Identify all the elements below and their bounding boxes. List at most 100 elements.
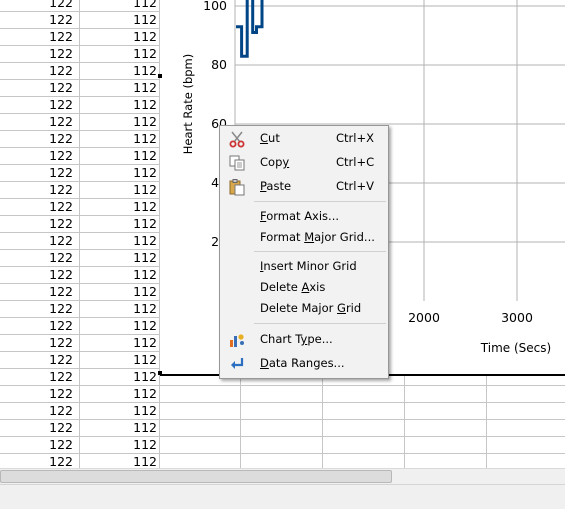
menu-item-delete-major-grid[interactable]: Delete Major Grid [220, 298, 388, 320]
cell-b[interactable]: 112 [80, 114, 160, 131]
menu-item-data-ranges[interactable]: Data Ranges... [220, 353, 388, 375]
copy-icon [228, 154, 246, 172]
cell-a[interactable]: 122 [0, 352, 80, 369]
cell-b[interactable]: 112 [80, 335, 160, 352]
cell-b[interactable]: 112 [80, 97, 160, 114]
cell-a[interactable]: 122 [0, 148, 80, 165]
cell-a[interactable]: 122 [0, 420, 80, 437]
cell-a[interactable]: 122 [0, 250, 80, 267]
cell-a[interactable]: 122 [0, 114, 80, 131]
menu-item-format-major-grid[interactable]: Format Major Grid... [220, 227, 388, 249]
cell-a[interactable]: 122 [0, 0, 80, 12]
menu-item-label: Format Major Grid... [260, 230, 375, 244]
cell-b[interactable]: 112 [80, 284, 160, 301]
menu-item-shortcut: Ctrl+X [336, 131, 374, 145]
cell-a[interactable]: 122 [0, 46, 80, 63]
selection-handle[interactable] [158, 371, 162, 375]
cell-a[interactable]: 122 [0, 80, 80, 97]
cell-a[interactable]: 122 [0, 165, 80, 182]
cell-b[interactable]: 112 [80, 318, 160, 335]
cell-a[interactable]: 122 [0, 301, 80, 318]
cell-b[interactable]: 112 [80, 12, 160, 29]
table-row: 122 112 [0, 454, 565, 468]
cell-b[interactable]: 112 [80, 131, 160, 148]
cell-a[interactable]: 122 [0, 12, 80, 29]
menu-item-label: Data Ranges... [260, 356, 345, 370]
table-row: 122 112 [0, 386, 565, 403]
cell-b[interactable]: 112 [80, 233, 160, 250]
cell-b[interactable]: 112 [80, 63, 160, 80]
selection-handle[interactable] [158, 74, 162, 78]
menu-item-label: Delete Major Grid [260, 301, 361, 315]
scrollbar-thumb[interactable] [0, 470, 392, 483]
grid-column-line [322, 376, 323, 468]
menu-separator [254, 323, 386, 324]
cell-b[interactable]: 112 [80, 420, 160, 437]
cell-b[interactable]: 112 [80, 29, 160, 46]
cell-b[interactable]: 112 [80, 369, 160, 386]
cell-a[interactable]: 122 [0, 267, 80, 284]
cell-b[interactable]: 112 [80, 454, 160, 468]
label-text: nsert Minor Grid [263, 259, 357, 273]
cell-b[interactable]: 112 [80, 165, 160, 182]
menu-item-shortcut: Ctrl+C [336, 155, 375, 169]
cell-a[interactable]: 122 [0, 437, 80, 454]
cell-a[interactable]: 122 [0, 335, 80, 352]
cell-b[interactable]: 112 [80, 250, 160, 267]
menu-item-delete-axis[interactable]: Delete Axis [220, 277, 388, 299]
menu-item-label: Insert Minor Grid [260, 259, 357, 273]
label-text: ut [268, 131, 280, 145]
cell-b[interactable]: 112 [80, 437, 160, 454]
cell-b[interactable]: 112 [80, 267, 160, 284]
cell-a[interactable]: 122 [0, 284, 80, 301]
cell-b[interactable]: 112 [80, 216, 160, 233]
cell-b[interactable]: 112 [80, 80, 160, 97]
cell-b[interactable]: 112 [80, 182, 160, 199]
cell-b[interactable]: 112 [80, 148, 160, 165]
cell-a[interactable]: 122 [0, 131, 80, 148]
label-mnemonic: D [260, 356, 269, 370]
cell-a[interactable]: 122 [0, 97, 80, 114]
grid-column-line [240, 376, 241, 468]
cell-a[interactable]: 122 [0, 386, 80, 403]
menu-item-chart-type[interactable]: Chart Type... [220, 329, 388, 351]
cell-a[interactable]: 122 [0, 29, 80, 46]
label-mnemonic: y [282, 155, 290, 169]
cell-a[interactable]: 122 [0, 369, 80, 386]
cell-a[interactable]: 122 [0, 233, 80, 250]
menu-item-copy[interactable]: Copy Ctrl+C [220, 152, 388, 174]
menu-item-shortcut: Ctrl+V [336, 179, 374, 193]
cell-a[interactable]: 122 [0, 199, 80, 216]
cell-b[interactable]: 112 [80, 301, 160, 318]
cell-b[interactable]: 112 [80, 386, 160, 403]
menu-item-insert-minor-grid[interactable]: Insert Minor Grid [220, 256, 388, 278]
menu-separator [254, 201, 386, 202]
table-row: 122 112 [0, 437, 565, 454]
cell-b[interactable]: 112 [80, 0, 160, 12]
x-tick-label: 2000 [408, 310, 440, 325]
cell-a[interactable]: 122 [0, 403, 80, 420]
horizontal-scrollbar[interactable] [0, 468, 565, 484]
cell-a[interactable]: 122 [0, 63, 80, 80]
cell-b[interactable]: 112 [80, 199, 160, 216]
label-text: pe... [307, 332, 333, 346]
label-text: Chart T [260, 332, 301, 346]
grid-column-line [404, 376, 405, 468]
y-tick-label: 100 [203, 0, 227, 13]
label-text: Delete Major [260, 301, 338, 315]
cell-a[interactable]: 122 [0, 182, 80, 199]
cell-a[interactable]: 122 [0, 454, 80, 468]
cell-b[interactable]: 112 [80, 403, 160, 420]
cell-b[interactable]: 112 [80, 46, 160, 63]
table-row: 122 112 [0, 403, 565, 420]
cell-a[interactable]: 122 [0, 216, 80, 233]
menu-item-cut[interactable]: Cut Ctrl+X [220, 128, 388, 150]
cell-b[interactable]: 112 [80, 352, 160, 369]
label-text: ata Ranges... [268, 356, 345, 370]
label-text: ormat Axis... [266, 209, 340, 223]
series-line [236, 0, 264, 58]
menu-item-format-axis[interactable]: Format Axis... [220, 206, 388, 228]
menu-item-paste[interactable]: Paste Ctrl+V [220, 176, 388, 198]
cell-a[interactable]: 122 [0, 318, 80, 335]
label-text: Cop [260, 155, 283, 169]
